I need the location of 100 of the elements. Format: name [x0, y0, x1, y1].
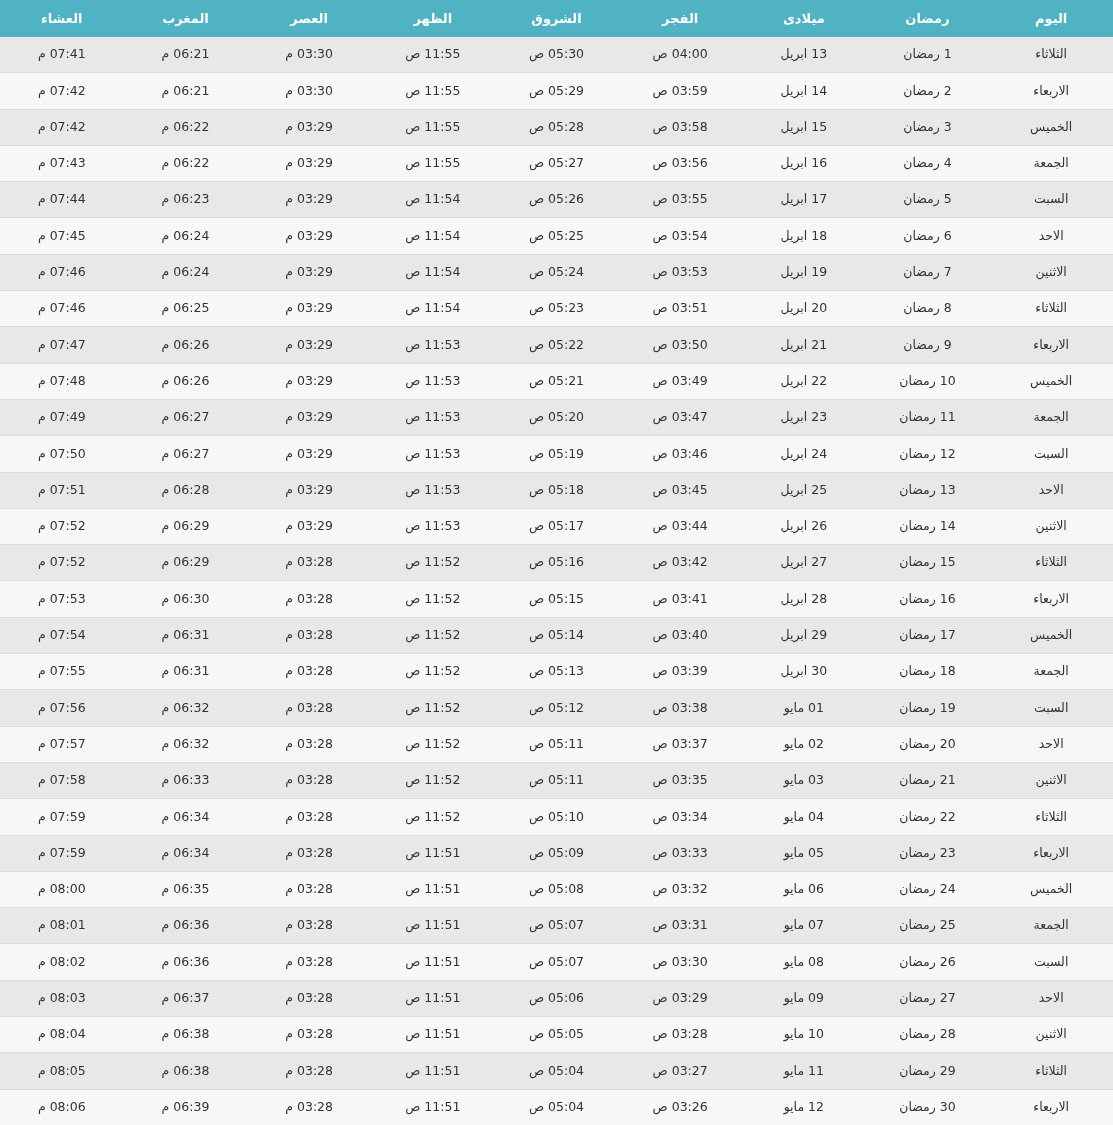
table-cell-text: 05:13 ص: [528, 662, 585, 681]
table-cell-text: السبت: [1033, 444, 1069, 463]
table-cell: الجمعة: [1033, 154, 1069, 173]
table-cell: 05:14 ص: [528, 626, 585, 645]
table-cell: 18 ابريل: [780, 226, 828, 246]
table-cell-text: 03:29 م: [285, 299, 333, 318]
table-cell-text: 08:06 م: [37, 1097, 86, 1116]
table-cell: 05:10 ص: [528, 807, 585, 827]
table-cell-text: 03:31 ص: [652, 916, 708, 935]
table-cell-text: الثلاثاء: [1035, 1061, 1067, 1080]
table-cell-text: 03:55 ص: [652, 190, 708, 209]
table-cell: 11:52 ص: [405, 698, 461, 718]
table-cell: 05:19 ص: [528, 444, 585, 464]
table-cell-text: الاثنين: [1035, 1025, 1067, 1044]
table-cell: الخميس: [1030, 117, 1073, 137]
column-header: العشاء: [41, 9, 83, 28]
table-cell: 1 رمضان: [903, 45, 952, 64]
column-header: المغرب: [162, 9, 209, 28]
table-cell: 05:17 ص: [528, 517, 585, 536]
table-cell: 11:55 ص: [405, 45, 461, 64]
table-cell-text: 11:54 ص: [405, 299, 461, 318]
column-header: الظهر: [413, 9, 453, 28]
table-cell-text: 03:29 م: [285, 335, 333, 354]
table-cell-text: 05:23 ص: [528, 299, 585, 318]
table-cell-text: 06:32 م: [161, 698, 210, 717]
table-cell-text: 03:29 م: [285, 226, 333, 245]
table-cell-text: 18 رمضان: [899, 662, 956, 681]
table-cell-text: 03:28 م: [285, 1061, 333, 1080]
table-cell: 07:41 م: [37, 45, 86, 64]
table-cell: 11 رمضان: [899, 408, 956, 427]
table-cell: 24 رمضان: [899, 880, 956, 899]
table-cell: 11:53 ص: [405, 444, 461, 464]
table-cell-text: السبت: [1033, 698, 1069, 717]
table-cell: 03:37 ص: [652, 734, 708, 754]
table-cell-text: 06:31 م: [161, 662, 210, 681]
table-cell: 11:51 ص: [405, 1061, 461, 1081]
table-cell: 11:53 ص: [405, 408, 461, 427]
table-cell: 11:53 ص: [405, 335, 461, 355]
table-cell: 03:35 ص: [652, 771, 708, 790]
table-cell: 02 مايو: [783, 734, 824, 754]
table-cell: 03:47 ص: [652, 408, 708, 427]
column-header: اليوم: [1035, 9, 1068, 29]
table-cell-text: 06:21 م: [161, 81, 210, 100]
table-cell-text: 11:52 ص: [405, 662, 461, 681]
table-cell: 03:27 ص: [652, 1061, 708, 1081]
table-cell: 03:29 م: [285, 517, 333, 536]
table-cell: 11:53 ص: [405, 371, 461, 391]
table-cell: 03:40 ص: [652, 626, 708, 645]
table-cell-text: 03:28 م: [285, 843, 333, 862]
table-cell: 21 ابريل: [780, 335, 828, 355]
table-cell-text: 06:27 م: [161, 444, 210, 463]
table-cell: 15 ابريل: [780, 117, 828, 137]
table-cell-text: 06:26 م: [161, 371, 210, 390]
table-cell: 11:55 ص: [405, 154, 461, 173]
table-cell-text: 03:28 م: [285, 626, 333, 644]
table-cell: 04 مايو: [783, 807, 824, 827]
table-cell: 03:59 ص: [652, 81, 708, 101]
table-cell: 11:52 ص: [405, 626, 461, 645]
table-cell: 03:29 م: [285, 408, 333, 427]
table-cell-text: السبت: [1033, 952, 1069, 971]
table-cell-text: 07:42 م: [37, 117, 86, 136]
table-cell-text: 11:51 ص: [405, 916, 461, 935]
table-cell: 03:56 ص: [652, 154, 708, 173]
table-cell-text: 08:02 م: [37, 952, 86, 971]
table-cell: 05 مايو: [783, 843, 824, 863]
table-cell: 21 رمضان: [899, 771, 956, 790]
column-header: الشروق: [531, 9, 582, 28]
table-cell-text: 03:28 م: [285, 734, 333, 753]
table-cell: 4 رمضان: [903, 154, 952, 173]
table-cell-text: 06:29 م: [161, 553, 210, 572]
table-cell-text: 28 رمضان: [899, 1025, 956, 1044]
table-cell: 03:44 ص: [652, 517, 708, 536]
table-cell: 03:30 ص: [652, 952, 708, 972]
table-cell: 11:51 ص: [405, 952, 461, 972]
table-cell: 09 مايو: [783, 989, 824, 1008]
table-cell: 26 رمضان: [899, 952, 956, 972]
table-cell-text: 03:39 ص: [652, 662, 708, 681]
table-cell: 14 رمضان: [899, 517, 956, 536]
table-cell: 05:09 ص: [528, 843, 585, 863]
table-cell-text: 05:26 ص: [528, 190, 585, 209]
table-cell-text: الجمعة: [1033, 916, 1069, 935]
table-cell: 29 ابريل: [780, 626, 828, 645]
table-cell: 11:53 ص: [405, 480, 461, 500]
table-cell: 03:58 ص: [652, 117, 708, 137]
table-cell: 05:24 ص: [528, 263, 585, 282]
table-cell-text: 05:07 ص: [528, 916, 585, 935]
table-cell-text: 03:28 م: [285, 807, 333, 826]
table-cell: 22 ابريل: [780, 371, 828, 391]
table-cell: 30 رمضان: [899, 1097, 956, 1117]
table-cell-text: 06:36 م: [161, 952, 210, 971]
table-cell-text: 06:37 م: [161, 989, 210, 1007]
table-cell-text: 07:45 م: [37, 226, 86, 245]
table-cell: 03:41 ص: [652, 589, 708, 609]
table-cell-text: 03:29 م: [285, 190, 333, 209]
table-cell: 14 ابريل: [780, 81, 828, 101]
table-cell-text: 06:26 م: [161, 335, 210, 354]
table-cell: 03:50 ص: [652, 335, 708, 355]
table-cell: 03:46 ص: [652, 444, 708, 464]
table-cell: 05:20 ص: [528, 408, 585, 427]
table-cell-text: 06:31 م: [161, 626, 210, 644]
